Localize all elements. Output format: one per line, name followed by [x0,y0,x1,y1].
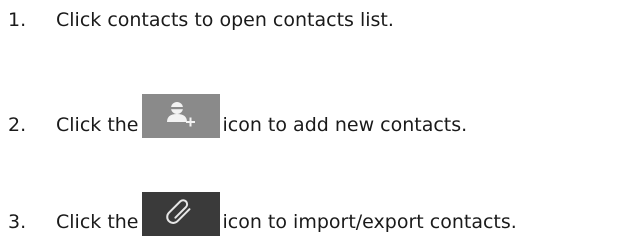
step-number: 3. [8,211,27,233]
step-number: 2. [8,114,27,136]
step-text-after: icon to add new contacts. [222,114,468,136]
step-text-after: icon to import/export contacts. [222,211,517,233]
step-text: Click contacts to open contacts list. [56,9,394,31]
step-3: 3. Click the icon to import/export conta… [0,192,517,236]
step-text-before: Click the [56,114,139,136]
step-number: 1. [8,9,27,31]
step-2: 2. Click the icon to add new contacts. [0,94,468,138]
step-text-before: Click the [56,211,139,233]
instructions-document: 1. Click contacts to open contacts list.… [0,0,623,251]
step-1: 1. Click contacts to open contacts list. [0,8,394,32]
paperclip-icon [141,192,220,236]
add-contact-icon [141,94,220,138]
